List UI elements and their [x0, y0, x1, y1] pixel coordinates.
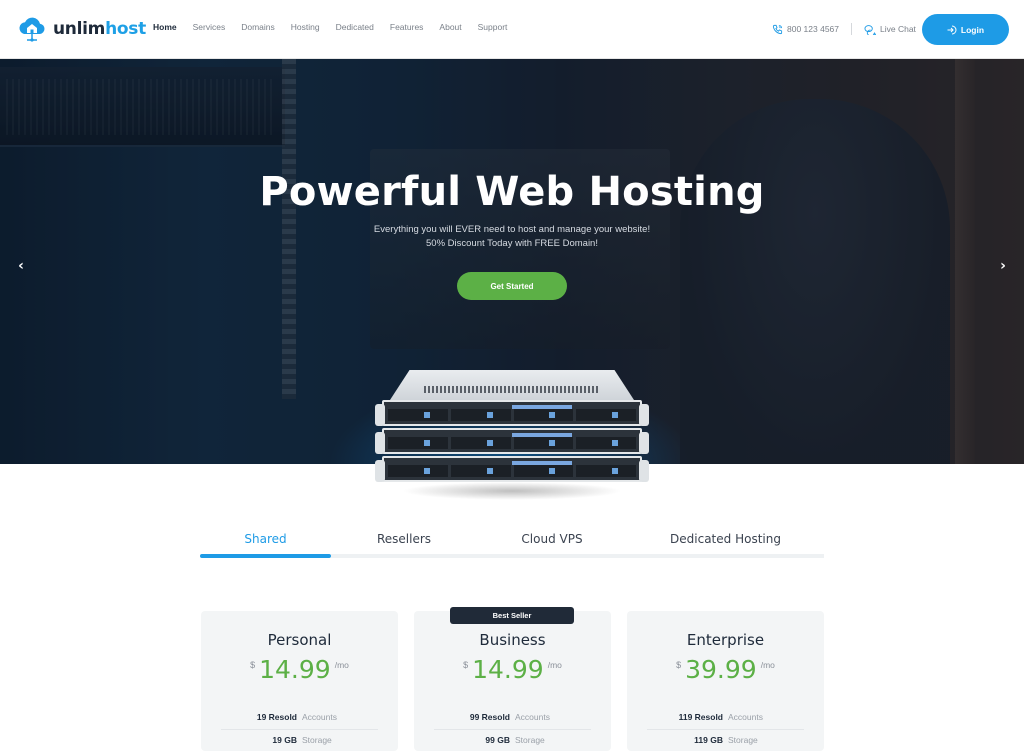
contact-info: 800 123 4567 Live Chat [772, 23, 916, 35]
server-unit [375, 400, 649, 426]
cloud-home-icon [19, 17, 45, 42]
logo[interactable]: unlimhost [16, 14, 146, 44]
tab-indicator [627, 554, 824, 558]
login-button[interactable]: Login [922, 14, 1009, 45]
feature-value: 99 GB [485, 735, 510, 745]
server-top-cover [390, 370, 634, 400]
tab-label: Dedicated Hosting [670, 532, 781, 546]
nav-home[interactable]: Home [153, 22, 177, 32]
phone-number[interactable]: 800 123 4567 [787, 24, 839, 34]
feature-value: 119 Resold [678, 712, 723, 722]
plan-card-personal[interactable]: Personal $ 14.99 /mo 19 Resold Accounts … [201, 611, 398, 751]
nav-domains[interactable]: Domains [241, 22, 275, 32]
tab-label: Shared [244, 532, 287, 546]
nav-hosting[interactable]: Hosting [291, 22, 320, 32]
nav-support[interactable]: Support [478, 22, 508, 32]
plan-feature: 99 Resold Accounts [434, 712, 591, 730]
feature-label: Accounts [728, 712, 763, 722]
best-seller-badge: Best Seller [450, 607, 574, 624]
slider-next-arrow-icon[interactable]: › [993, 256, 1013, 276]
feature-value: 99 Resold [469, 712, 510, 722]
currency-symbol: $ [676, 660, 682, 670]
price-period: /mo [760, 660, 775, 670]
hero-subtitle-line-2: 50% Discount Today with FREE Domain! [426, 238, 598, 249]
live-chat-link[interactable]: Live Chat [880, 24, 916, 34]
server-shadow [402, 482, 622, 500]
chat-icon [864, 24, 876, 35]
plan-price: $ 14.99 /mo [414, 655, 611, 684]
hosting-type-tabs: Shared Resellers Cloud VPS Dedicated Hos… [200, 530, 824, 560]
feature-label: Storage [302, 735, 332, 745]
plan-card-business[interactable]: Business $ 14.99 /mo 99 Resold Accounts … [414, 611, 611, 751]
price-period: /mo [334, 660, 349, 670]
feature-value: 19 GB [272, 735, 297, 745]
main-nav: Home Services Domains Hosting Dedicated … [153, 22, 523, 32]
plan-feature: 119 GB Storage [647, 735, 804, 753]
tab-cloud-vps[interactable]: Cloud VPS [477, 530, 627, 560]
phone-icon [772, 24, 783, 34]
currency-symbol: $ [463, 660, 469, 670]
tab-label: Resellers [376, 532, 432, 546]
tab-dedicated-hosting[interactable]: Dedicated Hosting [627, 530, 824, 560]
plan-card-enterprise[interactable]: Enterprise $ 39.99 /mo 119 Resold Accoun… [627, 611, 824, 751]
tab-indicator [477, 554, 627, 558]
tab-resellers[interactable]: Resellers [331, 530, 477, 560]
tab-shared[interactable]: Shared [200, 530, 331, 560]
tab-label: Cloud VPS [521, 532, 583, 546]
feature-label: Accounts [515, 712, 550, 722]
server-stack-illustration [372, 370, 652, 500]
login-label: Login [960, 24, 985, 35]
currency-symbol: $ [250, 660, 256, 670]
hero-title: Powerful Web Hosting [259, 169, 765, 215]
plan-feature: 19 Resold Accounts [221, 712, 378, 730]
nav-dedicated[interactable]: Dedicated [336, 22, 374, 32]
plan-price: $ 14.99 /mo [201, 655, 398, 684]
feature-value: 19 Resold [256, 712, 297, 722]
plan-feature: 99 GB Storage [434, 735, 591, 753]
plan-name: Business [479, 631, 546, 649]
feature-label: Storage [728, 735, 758, 745]
nav-features[interactable]: Features [390, 22, 424, 32]
logo-text-accent: host [105, 19, 146, 39]
nav-about[interactable]: About [439, 22, 461, 32]
price-amount: 14.99 [259, 655, 331, 684]
tab-indicator [331, 554, 477, 558]
plan-name: Personal [267, 631, 332, 649]
login-icon [947, 25, 957, 34]
hero-subtitle-line-1: Everything you will EVER need to host an… [373, 224, 651, 235]
slider-prev-arrow-icon[interactable]: ‹ [11, 256, 31, 276]
server-unit [375, 456, 649, 482]
plan-name: Enterprise [686, 631, 765, 649]
tab-indicator [200, 554, 331, 558]
feature-label: Storage [515, 735, 545, 745]
feature-label: Accounts [302, 712, 337, 722]
plan-price: $ 39.99 /mo [627, 655, 824, 684]
feature-value: 119 GB [694, 735, 723, 745]
server-unit [375, 428, 649, 454]
price-amount: 14.99 [472, 655, 544, 684]
hero-subtitle: Everything you will EVER need to host an… [0, 223, 1024, 251]
get-started-button[interactable]: Get Started [457, 272, 567, 300]
price-period: /mo [547, 660, 562, 670]
site-header: unlimhost Home Services Domains Hosting … [0, 0, 1024, 59]
nav-services[interactable]: Services [193, 22, 226, 32]
logo-text-main: unlim [53, 19, 106, 39]
divider [851, 23, 852, 35]
plan-feature: 119 Resold Accounts [647, 712, 804, 730]
plan-feature: 19 GB Storage [221, 735, 378, 753]
price-amount: 39.99 [685, 655, 757, 684]
